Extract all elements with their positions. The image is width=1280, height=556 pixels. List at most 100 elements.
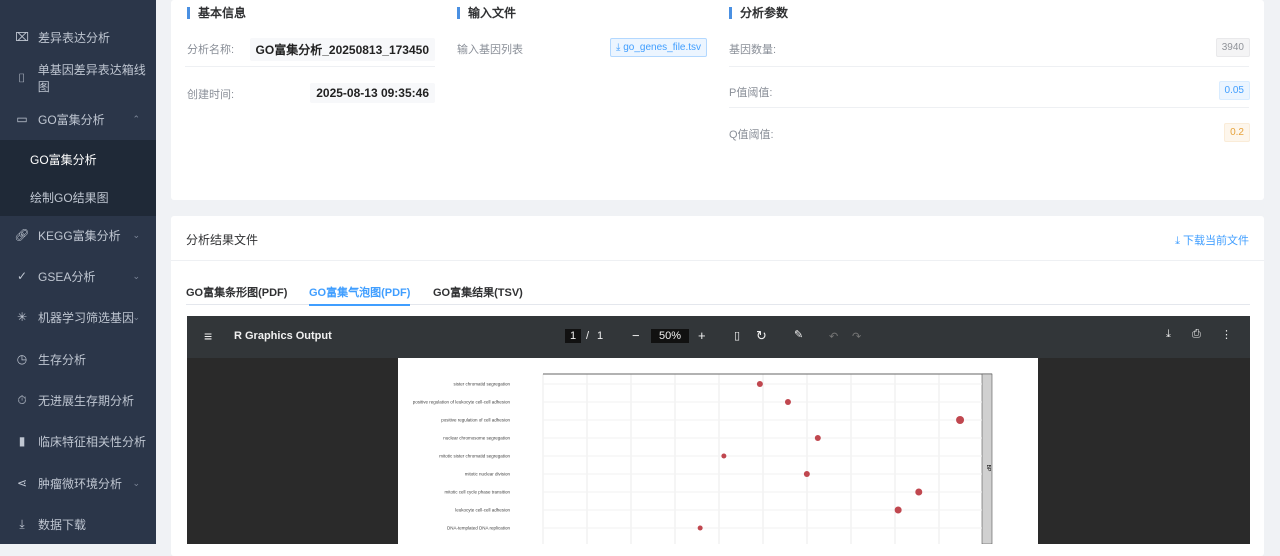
sidebar-item-label: 生存分析: [38, 352, 87, 367]
facet-label: BP: [985, 465, 991, 472]
sidebar-item-label: KEGG富集分析: [38, 228, 121, 243]
sidebar-item[interactable]: ⌷ 单基因差异表达箱线图: [0, 58, 156, 98]
pdf-viewer: ≡ R Graphics Output 1 / 1 − 50% + ▯ ↻ ✎ …: [187, 316, 1250, 544]
sparkle-icon: ✳: [16, 310, 28, 324]
menu-icon[interactable]: ≡: [204, 328, 212, 344]
sidebar-item-label: 数据下载: [38, 517, 87, 532]
sidebar-item[interactable]: ✓ GSEA分析 ⌄: [0, 256, 156, 296]
sidebar-item-label: 差异表达分析: [38, 30, 111, 45]
sidebar-item-label: 临床特征相关性分析: [38, 434, 147, 449]
sidebar-item-label: 无进展生存期分析: [38, 393, 135, 408]
sidebar-item[interactable]: ⌧ 差异表达分析: [0, 17, 156, 57]
bar-chart-icon: ▮: [18, 434, 26, 448]
chart-board-icon: ⌧: [15, 30, 29, 44]
zoom-out-icon[interactable]: −: [632, 328, 640, 343]
chevron-icon: ⌄: [132, 270, 140, 281]
facet-strip: [981, 373, 993, 544]
sidebar-item[interactable]: ◷ 生存分析: [0, 339, 156, 379]
check-icon: ✓: [16, 269, 28, 283]
y-tick-label: mitotic nuclear division: [465, 472, 511, 477]
sidebar-item-label: 肿瘤微环境分析: [38, 476, 123, 491]
tab-bar-chart-pdf[interactable]: GO富集条形图(PDF): [186, 284, 287, 300]
box-icon: ▭: [16, 112, 28, 126]
analysis-name-value: GO富集分析_20250813_173450: [249, 38, 435, 61]
rotate-icon[interactable]: ↻: [756, 328, 767, 344]
print-icon[interactable]: ⎙: [1192, 328, 1201, 341]
q-threshold-label: Q值阈值:: [729, 129, 774, 141]
sidebar-subitem[interactable]: GO富集分析: [0, 140, 156, 178]
pdf-page: BP sister chromatid segregation positive r…: [398, 358, 1038, 544]
clock-icon: ◷: [16, 352, 28, 366]
page-count: 1: [597, 330, 604, 342]
created-time-label: 创建时间:: [187, 89, 235, 101]
download-current-button[interactable]: ⤓ 下载当前文件: [1175, 232, 1249, 248]
redo-icon[interactable]: ↷: [852, 330, 861, 343]
analysis-name-label: 分析名称:: [187, 44, 235, 56]
basic-info-title: 基本信息: [187, 7, 246, 19]
created-time-value: 2025-08-13 09:35:46: [310, 83, 435, 103]
data-point: [915, 488, 923, 496]
data-point: [697, 525, 703, 531]
sidebar: ⌧ 差异表达分析 ⌷ 单基因差异表达箱线图 ▭ GO富集分析 ⌃ 🔗︎ KEGG富集分析 ⌄ ✓ GS…: [0, 0, 156, 544]
chevron-icon: ⌄: [132, 229, 140, 240]
sidebar-item-label: 单基因差异表达箱线图: [37, 63, 146, 94]
page-separator: /: [586, 330, 590, 342]
sidebar-item-label: GSEA分析: [38, 269, 96, 284]
sidebar-item[interactable]: ⋖ 肿瘤微环境分析 ⌄: [0, 463, 156, 503]
tab-bubble-chart-pdf[interactable]: GO富集气泡图(PDF): [309, 284, 411, 306]
sidebar-item[interactable]: ▭ GO富集分析 ⌃: [0, 99, 156, 139]
sidebar-item[interactable]: ⤓ 数据下载: [0, 504, 156, 544]
undo-icon[interactable]: ↶: [829, 330, 838, 343]
y-tick-label: nuclear chromosome segregation: [443, 436, 510, 441]
pdf-toolbar: ≡ R Graphics Output 1 / 1 − 50% + ▯ ↻ ✎ …: [187, 316, 1250, 358]
y-tick-label: sister chromatid segregation: [453, 382, 510, 387]
data-point: [894, 506, 902, 514]
more-icon[interactable]: ⋮: [1221, 328, 1232, 341]
annotate-icon[interactable]: ✎: [794, 328, 803, 341]
data-point: [784, 399, 791, 405]
sidebar-item[interactable]: ▮ 临床特征相关性分析: [0, 421, 156, 461]
download-icon: ⤓: [1175, 235, 1183, 247]
zoom-level[interactable]: 50%: [651, 329, 690, 343]
q-threshold-value: 0.2: [1224, 123, 1250, 142]
gene-file-link[interactable]: ⤓ go_genes_file.tsv: [610, 38, 708, 57]
document-title: R Graphics Output: [234, 330, 332, 342]
y-tick-label: positive regulation of leukocyte cell-ce…: [413, 400, 511, 405]
gene-count-value: 3940: [1215, 38, 1250, 57]
sidebar-item-label: 机器学习筛选基因: [38, 310, 135, 325]
tab-results-tsv[interactable]: GO富集结果(TSV): [433, 284, 523, 300]
sidebar-item[interactable]: 🔗︎ KEGG富集分析 ⌄: [0, 215, 156, 255]
download-icon: ⤓: [19, 516, 25, 531]
sidebar-subitem-label: GO富集分析: [30, 152, 97, 167]
link-icon: 🔗︎: [14, 228, 30, 242]
chevron-icon: ⌃: [132, 113, 140, 124]
board-icon: ⌷: [18, 70, 26, 85]
bubble-chart: BP sister chromatid segregation positive r…: [413, 373, 993, 544]
data-point: [756, 381, 763, 387]
input-file-title: 输入文件: [457, 7, 516, 19]
data-point: [721, 453, 727, 459]
y-tick-label: DNA-templated DNA replication: [447, 526, 511, 531]
data-point: [956, 416, 965, 424]
p-threshold-label: P值阈值:: [729, 87, 773, 99]
sidebar-subitem[interactable]: 绘制GO结果图: [0, 178, 156, 216]
params-title: 分析参数: [729, 7, 788, 19]
fit-page-icon[interactable]: ▯: [734, 329, 740, 342]
results-title: 分析结果文件: [186, 233, 259, 247]
info-card: 基本信息 分析名称: GO富集分析_20250813_173450 创建时间: …: [171, 0, 1264, 200]
timer-icon: ⏱︎: [17, 392, 27, 407]
page-input[interactable]: 1: [565, 329, 582, 343]
sidebar-item[interactable]: ⏱︎ 无进展生存期分析: [0, 380, 156, 420]
zoom-in-icon[interactable]: +: [698, 328, 706, 343]
gene-list-label: 输入基因列表: [457, 44, 523, 56]
result-tabs: GO富集条形图(PDF) GO富集气泡图(PDF) GO富集结果(TSV): [186, 276, 1250, 306]
gene-count-label: 基因数量:: [729, 44, 777, 56]
y-tick-label: mitotic sister chromatid segregation: [439, 454, 510, 459]
sidebar-item[interactable]: ✳ 机器学习筛选基因 ⌄: [0, 297, 156, 337]
share-icon: ⋖: [16, 476, 28, 490]
sidebar-subitem-label: 绘制GO结果图: [30, 190, 109, 205]
download-icon[interactable]: ⤓: [1166, 328, 1171, 341]
y-tick-label: positive regulation of cell adhesion: [441, 418, 510, 423]
y-tick-label: leukocyte cell-cell adhesion: [455, 508, 510, 513]
y-tick-label: mitotic cell cycle phase transition: [444, 490, 510, 495]
